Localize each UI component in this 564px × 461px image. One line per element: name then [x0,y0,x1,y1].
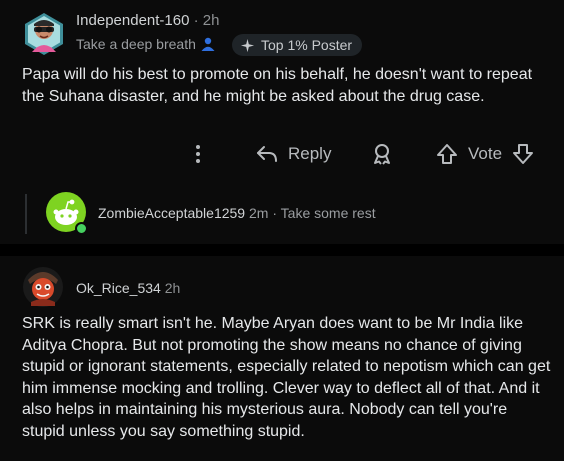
flair-text: Take a deep breath [76,36,196,52]
person-icon [200,36,216,52]
avatar-image-icon [23,267,63,307]
reply-button[interactable]: Reply [256,140,331,168]
username-link[interactable]: Independent-160 [76,12,189,29]
badge-label: Top 1% Poster [261,37,353,53]
user-avatar[interactable] [22,266,64,308]
sparkle-icon [240,38,255,52]
award-button[interactable] [370,140,394,168]
more-options-button[interactable] [192,140,204,168]
upvote-icon[interactable] [436,142,458,166]
collapsed-reply[interactable]: ZombieAcceptable1259 2m · Take some rest [0,190,564,236]
award-icon [374,144,390,165]
more-vertical-icon [196,145,200,163]
meta-separator: · [193,12,199,29]
comment-header: Ok_Rice_534 2h [76,280,180,296]
avatar-image-icon [25,13,63,55]
comment-body: Papa will do his best to promote on his … [22,66,533,105]
reply-age: 2m [249,205,269,221]
user-avatar[interactable] [22,12,66,56]
comment-actions: Reply Vote [0,140,564,168]
username-link[interactable]: Ok_Rice_534 [76,280,161,296]
reply-meta: ZombieAcceptable1259 2m · Take some rest [98,205,376,221]
reply-separator: · [272,205,278,221]
comment-card: Independent-160 · 2h Take a deep breath … [0,0,564,244]
comment-divider [0,244,564,256]
top-poster-badge[interactable]: Top 1% Poster [232,34,363,56]
reply-flair: Take some rest [280,205,376,221]
vote-controls: Vote [436,140,534,168]
comment-card: Ok_Rice_534 2h SRK is really smart isn't… [0,256,564,461]
user-flair: Take a deep breath [76,36,216,52]
reply-arrow-icon [257,146,277,162]
comment-thread: Independent-160 · 2h Take a deep breath … [0,0,564,461]
comment-age: 2h [202,12,220,29]
comment-body: SRK is really smart isn't he. Maybe Arya… [22,315,551,440]
reply-label: Reply [288,144,332,163]
downvote-icon[interactable] [512,142,534,166]
thread-line[interactable] [25,194,27,234]
online-status-dot [75,222,88,235]
comment-age: 2h [164,280,181,296]
reply-username[interactable]: ZombieAcceptable1259 [98,205,245,221]
comment-header: Independent-160 · 2h [76,12,219,29]
vote-label: Vote [468,144,503,163]
